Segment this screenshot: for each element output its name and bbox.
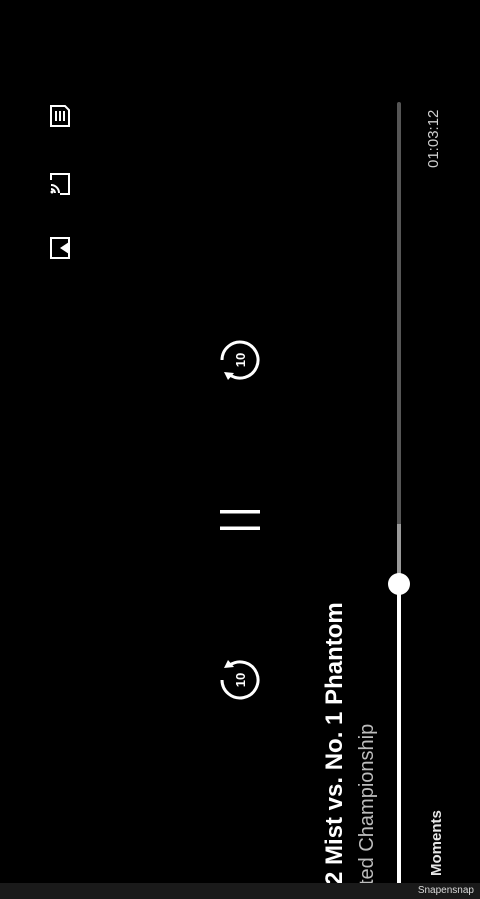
replay-10-label: 10 <box>233 673 248 687</box>
video-subtitle: ted Championship <box>356 723 378 885</box>
replay-10-icon[interactable]: 10 <box>216 656 264 704</box>
cast-icon[interactable] <box>46 170 74 198</box>
video-title: 2 Mist vs. No. 1 Phantom <box>321 602 348 885</box>
video-player-screen: 10 10 2 Mist vs. No. 1 Phantom ted Champ… <box>0 0 480 899</box>
progress-played <box>397 584 401 887</box>
progress-thumb[interactable] <box>388 573 410 595</box>
playlist-icon[interactable] <box>46 102 74 130</box>
forward-10-icon[interactable]: 10 <box>216 336 264 384</box>
bottom-bar <box>0 883 480 899</box>
elapsed-time: 01:03:12 <box>425 109 442 168</box>
picture-in-picture-icon[interactable] <box>46 234 74 262</box>
forward-10-label: 10 <box>233 353 248 367</box>
pause-icon[interactable] <box>216 496 264 544</box>
moments-button[interactable]: Moments <box>428 810 446 876</box>
watermark: Snapensnap <box>417 885 474 896</box>
